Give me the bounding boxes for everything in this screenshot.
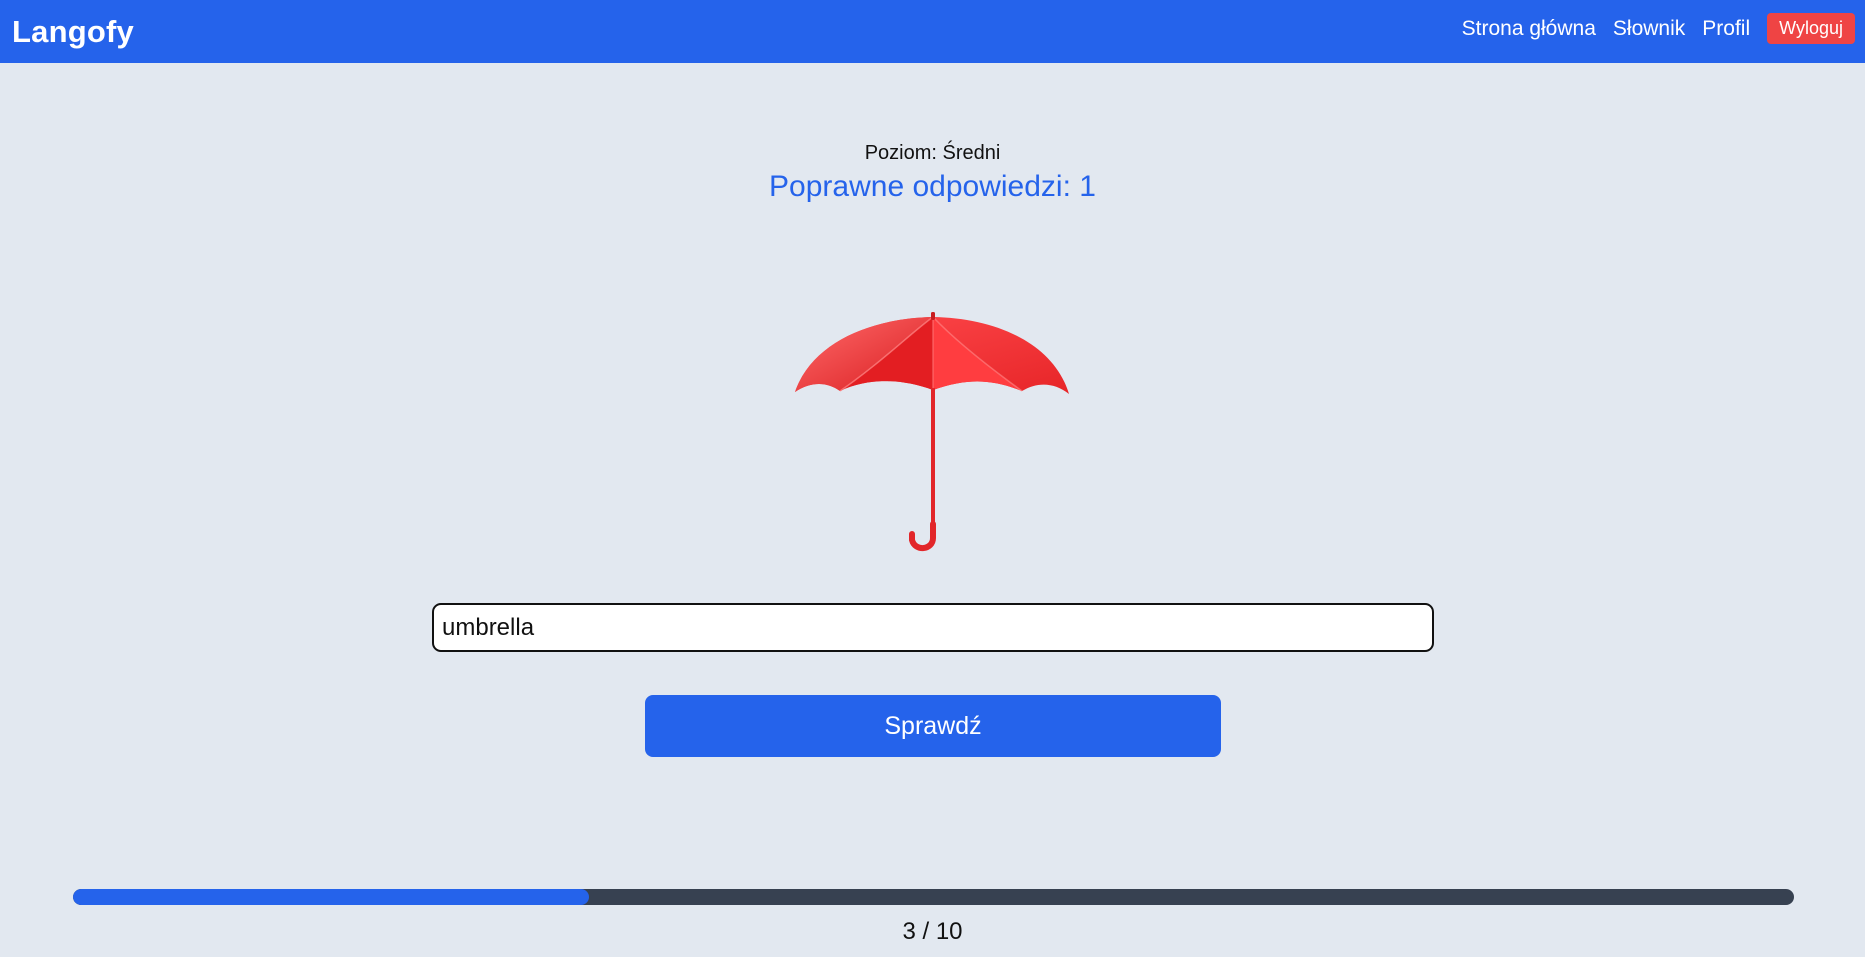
top-navbar: Langofy Strona główna Słownik Profil Wyl…: [0, 0, 1865, 63]
logout-button[interactable]: Wyloguj: [1767, 13, 1855, 44]
check-button[interactable]: Sprawdź: [645, 695, 1221, 757]
progress-bar: [73, 889, 1794, 905]
app-logo[interactable]: Langofy: [12, 14, 134, 50]
answer-input[interactable]: [432, 603, 1434, 652]
nav-link-profile[interactable]: Profil: [1702, 17, 1750, 41]
progress-label: 3 / 10: [902, 918, 963, 945]
nav-link-home[interactable]: Strona główna: [1462, 17, 1596, 41]
progress-bar-fill: [73, 889, 590, 905]
nav-link-dictionary[interactable]: Słownik: [1613, 17, 1685, 41]
score-label: Poprawne odpowiedzi: 1: [769, 170, 1096, 203]
nav-links: Strona główna Słownik Profil Wyloguj: [1462, 13, 1855, 44]
umbrella-illustration: [795, 312, 1069, 551]
umbrella-icon: [792, 312, 1072, 552]
level-label: Poziom: Średni: [864, 142, 1001, 164]
